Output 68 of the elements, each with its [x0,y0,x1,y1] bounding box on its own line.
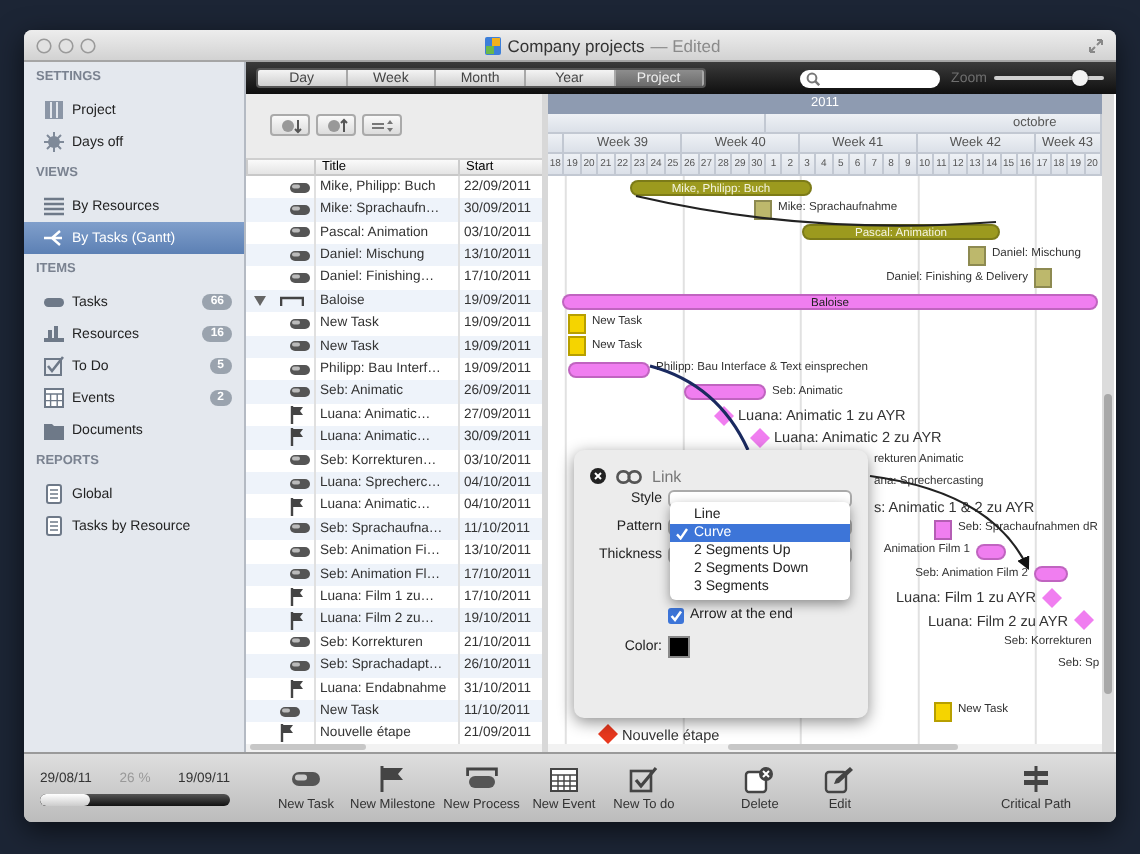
row-height-button[interactable] [362,114,402,137]
pill-icon [290,454,310,467]
search-icon [806,71,821,85]
flag-icon [376,765,409,793]
flag-icon [290,588,304,607]
pill-icon [290,363,310,376]
flag-icon [280,724,294,743]
pill-icon [290,340,310,353]
pill-icon [290,203,310,216]
resize-icon[interactable] [1088,37,1104,53]
flag-icon [290,679,304,698]
pill-icon [290,636,310,649]
window-title: Company projects [507,35,645,55]
process-bar-icon [465,765,498,793]
pill-icon [290,545,310,558]
pill-icon [290,249,310,262]
pill-icon [280,705,300,718]
sort-ascending-button[interactable] [316,114,356,137]
flag-icon [290,406,304,424]
pill-icon [290,522,310,535]
circle-arrow-up-icon [325,117,347,134]
edited-status: — Edited [650,35,721,55]
link-line[interactable] [635,194,997,227]
delete-icon [743,765,776,793]
gear-icon [44,132,64,152]
scrollbar[interactable] [728,744,958,750]
disclosure-triangle[interactable] [254,295,266,306]
document-icon [44,484,64,504]
color-well[interactable] [668,636,690,659]
flag-icon [290,497,304,516]
link-icon [616,469,642,484]
zoom-slider[interactable] [994,68,1104,88]
bar-chart-icon [44,324,64,344]
circle-arrow-down-icon [279,117,301,134]
pill-icon [290,181,310,194]
list-icon [44,196,64,216]
pill-icon [290,386,310,399]
checkbox-icon [44,356,64,376]
checkbox[interactable] [668,607,684,624]
pill-icon [290,659,310,672]
flag-icon [290,428,304,447]
checkmark-icon [676,527,688,540]
pill-icon [290,226,310,239]
lines-arrows-icon [371,117,393,134]
slider-thumb[interactable] [1071,70,1088,86]
branch-icon [44,228,64,248]
search-field[interactable] [800,69,940,87]
scrollbar[interactable] [1104,394,1112,694]
document-icon [483,35,502,55]
pill-icon [44,292,64,312]
pill-icon [290,477,310,490]
dialog-title: Link [652,467,682,486]
pill-icon [290,272,310,285]
document-icon [44,516,64,536]
edit-icon [823,765,856,793]
signpost-icon [1020,765,1052,793]
sort-descending-button[interactable] [270,114,310,137]
flag-icon [290,611,304,630]
checkbox-icon [627,765,660,793]
pill-icon [290,317,310,330]
bracket-bar-icon [280,295,304,308]
scrollbar[interactable] [250,744,366,751]
calendar-icon [547,765,580,793]
folder-icon [44,420,64,440]
close-icon[interactable] [590,468,606,485]
pill-icon [290,568,310,581]
grid-icon [44,100,64,120]
calendar-icon [44,388,64,408]
